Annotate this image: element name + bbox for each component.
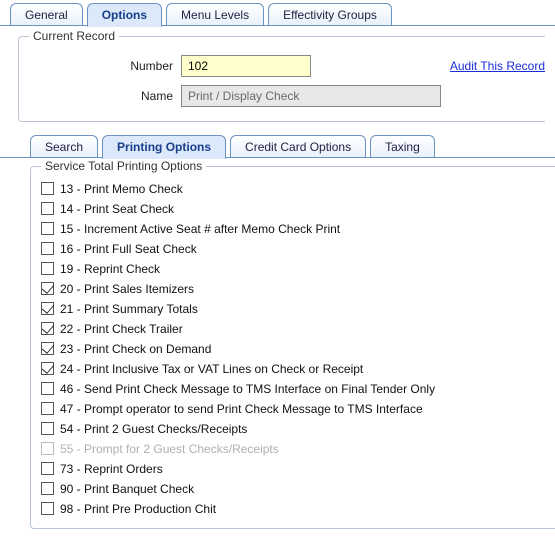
option-row: 98 - Print Pre Production Chit xyxy=(41,499,545,518)
option-label: 90 - Print Banquet Check xyxy=(60,482,194,496)
tab-menu-levels[interactable]: Menu Levels xyxy=(166,3,264,26)
option-checkbox[interactable] xyxy=(41,362,54,375)
option-checkbox[interactable] xyxy=(41,222,54,235)
option-label: 19 - Reprint Check xyxy=(60,262,160,276)
option-row: 23 - Print Check on Demand xyxy=(41,339,545,358)
top-tab-bar: General Options Menu Levels Effectivity … xyxy=(0,0,555,26)
option-row: 47 - Prompt operator to send Print Check… xyxy=(41,399,545,418)
option-checkbox[interactable] xyxy=(41,462,54,475)
option-row: 20 - Print Sales Itemizers xyxy=(41,279,545,298)
option-checkbox[interactable] xyxy=(41,422,54,435)
option-row: 55 - Prompt for 2 Guest Checks/Receipts xyxy=(41,439,545,458)
subtab-search[interactable]: Search xyxy=(30,135,98,158)
option-row: 15 - Increment Active Seat # after Memo … xyxy=(41,219,545,238)
tab-effectivity-groups[interactable]: Effectivity Groups xyxy=(268,3,392,26)
option-label: 98 - Print Pre Production Chit xyxy=(60,502,216,516)
option-row: 14 - Print Seat Check xyxy=(41,199,545,218)
option-label: 55 - Prompt for 2 Guest Checks/Receipts xyxy=(60,442,279,456)
option-checkbox[interactable] xyxy=(41,282,54,295)
option-row: 73 - Reprint Orders xyxy=(41,459,545,478)
sub-tab-bar: Search Printing Options Credit Card Opti… xyxy=(0,132,555,158)
option-label: 21 - Print Summary Totals xyxy=(60,302,198,316)
option-checkbox xyxy=(41,442,54,455)
name-label: Name xyxy=(31,89,181,103)
option-row: 46 - Send Print Check Message to TMS Int… xyxy=(41,379,545,398)
option-label: 24 - Print Inclusive Tax or VAT Lines on… xyxy=(60,362,363,376)
option-label: 47 - Prompt operator to send Print Check… xyxy=(60,402,423,416)
name-input xyxy=(181,85,441,107)
subtab-credit-card-options[interactable]: Credit Card Options xyxy=(230,135,366,158)
options-list: 13 - Print Memo Check 14 - Print Seat Che… xyxy=(41,179,545,518)
option-row: 16 - Print Full Seat Check xyxy=(41,239,545,258)
option-checkbox[interactable] xyxy=(41,262,54,275)
option-checkbox[interactable] xyxy=(41,342,54,355)
tab-options[interactable]: Options xyxy=(87,3,162,27)
option-label: 15 - Increment Active Seat # after Memo … xyxy=(60,222,340,236)
option-label: 20 - Print Sales Itemizers xyxy=(60,282,194,296)
option-row: 13 - Print Memo Check xyxy=(41,179,545,198)
option-row: 19 - Reprint Check xyxy=(41,259,545,278)
option-label: 16 - Print Full Seat Check xyxy=(60,242,197,256)
option-checkbox[interactable] xyxy=(41,302,54,315)
option-row: 21 - Print Summary Totals xyxy=(41,299,545,318)
option-checkbox[interactable] xyxy=(41,242,54,255)
option-row: 90 - Print Banquet Check xyxy=(41,479,545,498)
option-checkbox[interactable] xyxy=(41,382,54,395)
option-checkbox[interactable] xyxy=(41,322,54,335)
option-label: 14 - Print Seat Check xyxy=(60,202,174,216)
option-row: 54 - Print 2 Guest Checks/Receipts xyxy=(41,419,545,438)
option-label: 73 - Reprint Orders xyxy=(60,462,163,476)
number-label: Number xyxy=(31,59,181,73)
option-checkbox[interactable] xyxy=(41,202,54,215)
option-label: 23 - Print Check on Demand xyxy=(60,342,211,356)
subtab-taxing[interactable]: Taxing xyxy=(370,135,435,158)
option-checkbox[interactable] xyxy=(41,402,54,415)
audit-this-record-link[interactable]: Audit This Record xyxy=(450,59,545,73)
option-checkbox[interactable] xyxy=(41,182,54,195)
option-checkbox[interactable] xyxy=(41,482,54,495)
option-label: 54 - Print 2 Guest Checks/Receipts xyxy=(60,422,247,436)
option-checkbox[interactable] xyxy=(41,502,54,515)
option-row: 22 - Print Check Trailer xyxy=(41,319,545,338)
option-label: 46 - Send Print Check Message to TMS Int… xyxy=(60,382,435,396)
number-input[interactable] xyxy=(181,55,311,77)
current-record-group: Current Record Audit This Record Number … xyxy=(18,36,545,122)
tab-general[interactable]: General xyxy=(10,3,83,26)
options-group-title: Service Total Printing Options xyxy=(41,159,206,173)
service-total-printing-options-group: Service Total Printing Options 13 - Prin… xyxy=(30,166,555,529)
option-label: 22 - Print Check Trailer xyxy=(60,322,183,336)
option-row: 24 - Print Inclusive Tax or VAT Lines on… xyxy=(41,359,545,378)
subtab-printing-options[interactable]: Printing Options xyxy=(102,135,226,159)
current-record-title: Current Record xyxy=(29,29,119,43)
option-label: 13 - Print Memo Check xyxy=(60,182,183,196)
